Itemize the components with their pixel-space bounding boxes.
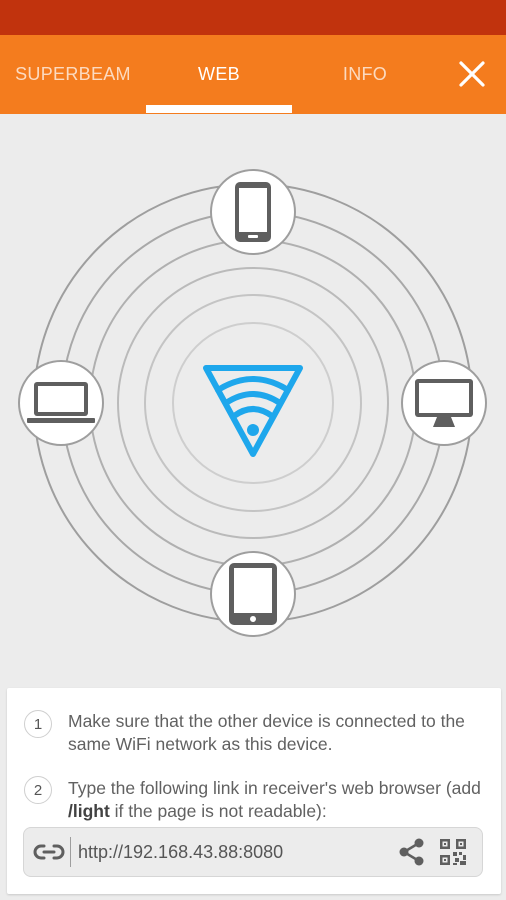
device-tablet[interactable] [210, 551, 296, 637]
device-laptop[interactable] [18, 360, 104, 446]
link-url[interactable]: http://192.168.43.88:8080 [78, 828, 283, 876]
tab-info[interactable]: INFO [292, 35, 438, 114]
status-bar [0, 0, 506, 35]
close-icon [459, 61, 485, 87]
step-1-badge: 1 [24, 710, 52, 738]
device-phone[interactable] [210, 169, 296, 255]
qr-code-icon[interactable] [439, 838, 467, 866]
close-button[interactable] [448, 49, 496, 97]
tablet-icon [229, 563, 277, 625]
step-2-badge: 2 [24, 776, 52, 804]
device-radar [0, 114, 506, 684]
link-icon [33, 844, 65, 860]
smartphone-icon [235, 182, 271, 242]
superbeam-wifi-logo [203, 365, 303, 457]
link-divider [70, 837, 71, 867]
instructions-card: 1 Make sure that the other device is con… [7, 688, 501, 894]
step-1-text: Make sure that the other device is conne… [68, 711, 465, 754]
light-path-hint: /light [68, 801, 110, 821]
share-icon[interactable] [397, 837, 427, 867]
desktop-monitor-icon [415, 379, 473, 427]
active-tab-indicator [146, 105, 292, 113]
step-2-text: Type the following link in receiver's we… [68, 778, 481, 821]
tab-web[interactable]: WEB [146, 35, 292, 114]
tab-superbeam[interactable]: SUPERBEAM [0, 35, 146, 114]
app-bar: SUPERBEAM WEB INFO [0, 35, 506, 114]
device-desktop[interactable] [401, 360, 487, 446]
laptop-icon [27, 382, 95, 423]
link-field[interactable]: http://192.168.43.88:8080 [23, 827, 483, 877]
